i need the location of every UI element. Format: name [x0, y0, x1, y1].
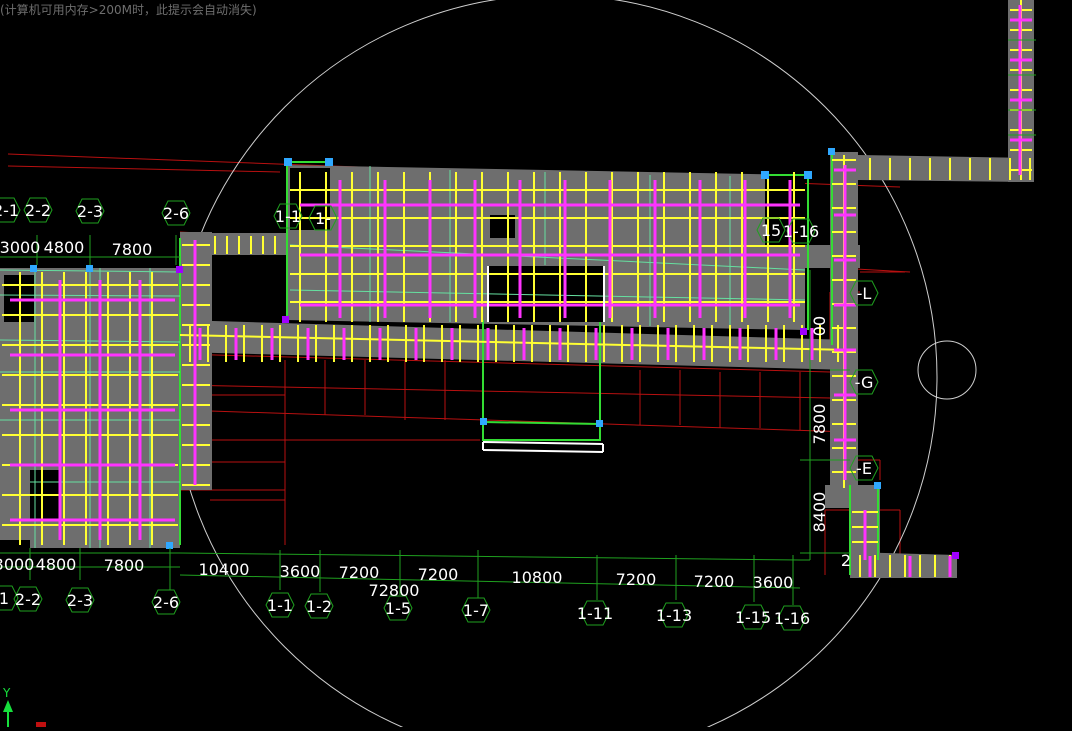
axis-bubble-bottom-1-11: 1-11: [577, 600, 613, 626]
bottom-total-dimension: 72800: [369, 581, 420, 600]
axis-bubble-top-1-16: 1-16: [783, 218, 819, 244]
bottom-dimension-5: 7200: [616, 570, 657, 589]
axis-bubble-right--G: -G: [849, 369, 879, 395]
svg-text:15: 15: [761, 221, 781, 240]
svg-text:1: 1: [0, 589, 9, 608]
ucs-icon: [3, 700, 46, 727]
svg-text:-L: -L: [857, 284, 872, 303]
top-dimension-2: 7800: [112, 240, 153, 259]
svg-text:2-2: 2-2: [25, 201, 51, 220]
axis-bubble-bottom-1-7: 1-7: [461, 597, 491, 623]
axis-bubble-top-15: 15: [756, 217, 786, 243]
bottom-dimension-0: 10400: [199, 560, 250, 579]
axis-bubble-top-2-1: 2-1: [0, 197, 21, 223]
right-dimension-2: 8400: [810, 492, 829, 533]
top-dimension-1: 4800: [44, 238, 85, 257]
axis-bubble-bottom-1-16: 1-16: [774, 605, 810, 631]
right-dimension-0: 00: [810, 316, 829, 336]
axis-bubble-bottom-1-13: 1-13: [656, 602, 692, 628]
svg-text:1-16: 1-16: [783, 222, 819, 241]
bottom-dimension-left-1: 4800: [36, 555, 77, 574]
svg-text:1-: 1-: [315, 209, 331, 228]
axis-bubble-top-2-2: 2-2: [23, 197, 53, 223]
corner-label: 2: [841, 551, 851, 570]
svg-text:2-1: 2-1: [0, 201, 19, 220]
svg-text:1-11: 1-11: [577, 604, 613, 623]
ucs-y-label: Y: [3, 686, 11, 700]
bottom-dimension-6: 7200: [694, 572, 735, 591]
axis-bubble-top-1-1: 1-1: [273, 203, 303, 229]
bottom-dimension-4: 10800: [512, 568, 563, 587]
svg-text:1-15: 1-15: [735, 608, 771, 627]
svg-text:1-16: 1-16: [774, 609, 810, 628]
svg-text:2-3: 2-3: [77, 202, 103, 221]
svg-text:1-1: 1-1: [275, 207, 301, 226]
svg-text:2-6: 2-6: [153, 593, 179, 612]
bottom-dimension-3: 7200: [418, 565, 459, 584]
svg-text:2-6: 2-6: [163, 204, 189, 223]
axis-bubble-bottom-1-1: 1-1: [265, 592, 295, 618]
axis-bubble-bottom-1-2: 1-2: [304, 593, 334, 619]
bottom-dimension-1: 3600: [280, 562, 321, 581]
svg-text:2-3: 2-3: [67, 591, 93, 610]
axis-bubble-bottom-2-2: 2-2: [13, 586, 43, 612]
axis-bubble-top-2-3: 2-3: [75, 198, 105, 224]
right-dimension-1: 7800: [810, 404, 829, 445]
svg-text:1-1: 1-1: [267, 596, 293, 615]
svg-text:1-2: 1-2: [306, 597, 332, 616]
svg-text:1-7: 1-7: [463, 601, 489, 620]
memory-hint: (计算机可用内存>200M时，此提示会自动消失): [0, 3, 257, 17]
bottom-dimension-left-0: 3000: [0, 555, 34, 574]
top-dimension-0: 3000: [0, 238, 40, 257]
axis-bubble-top-2-6: 2-6: [161, 200, 191, 226]
model-viewport[interactable]: 2-12-22-32-61-11-151-16-L-G-E12-22-32-61…: [0, 0, 1072, 731]
axis-bubble-bottom-2-6: 2-6: [151, 589, 181, 615]
bottom-dimension-7: 3600: [753, 573, 794, 592]
structural-plan-canvas[interactable]: 2-12-22-32-61-11-151-16-L-G-E12-22-32-61…: [0, 0, 1072, 731]
svg-text:-E: -E: [856, 459, 872, 478]
axis-bubble-bottom-2-3: 2-3: [65, 587, 95, 613]
bottom-dimension-left-2: 7800: [104, 556, 145, 575]
svg-text:2-2: 2-2: [15, 590, 41, 609]
svg-text:1-5: 1-5: [385, 599, 411, 618]
svg-text:-G: -G: [855, 373, 874, 392]
axis-bubble-bottom-1-15: 1-15: [735, 604, 771, 630]
svg-text:1-13: 1-13: [656, 606, 692, 625]
bottom-dimension-2: 7200: [339, 563, 380, 582]
